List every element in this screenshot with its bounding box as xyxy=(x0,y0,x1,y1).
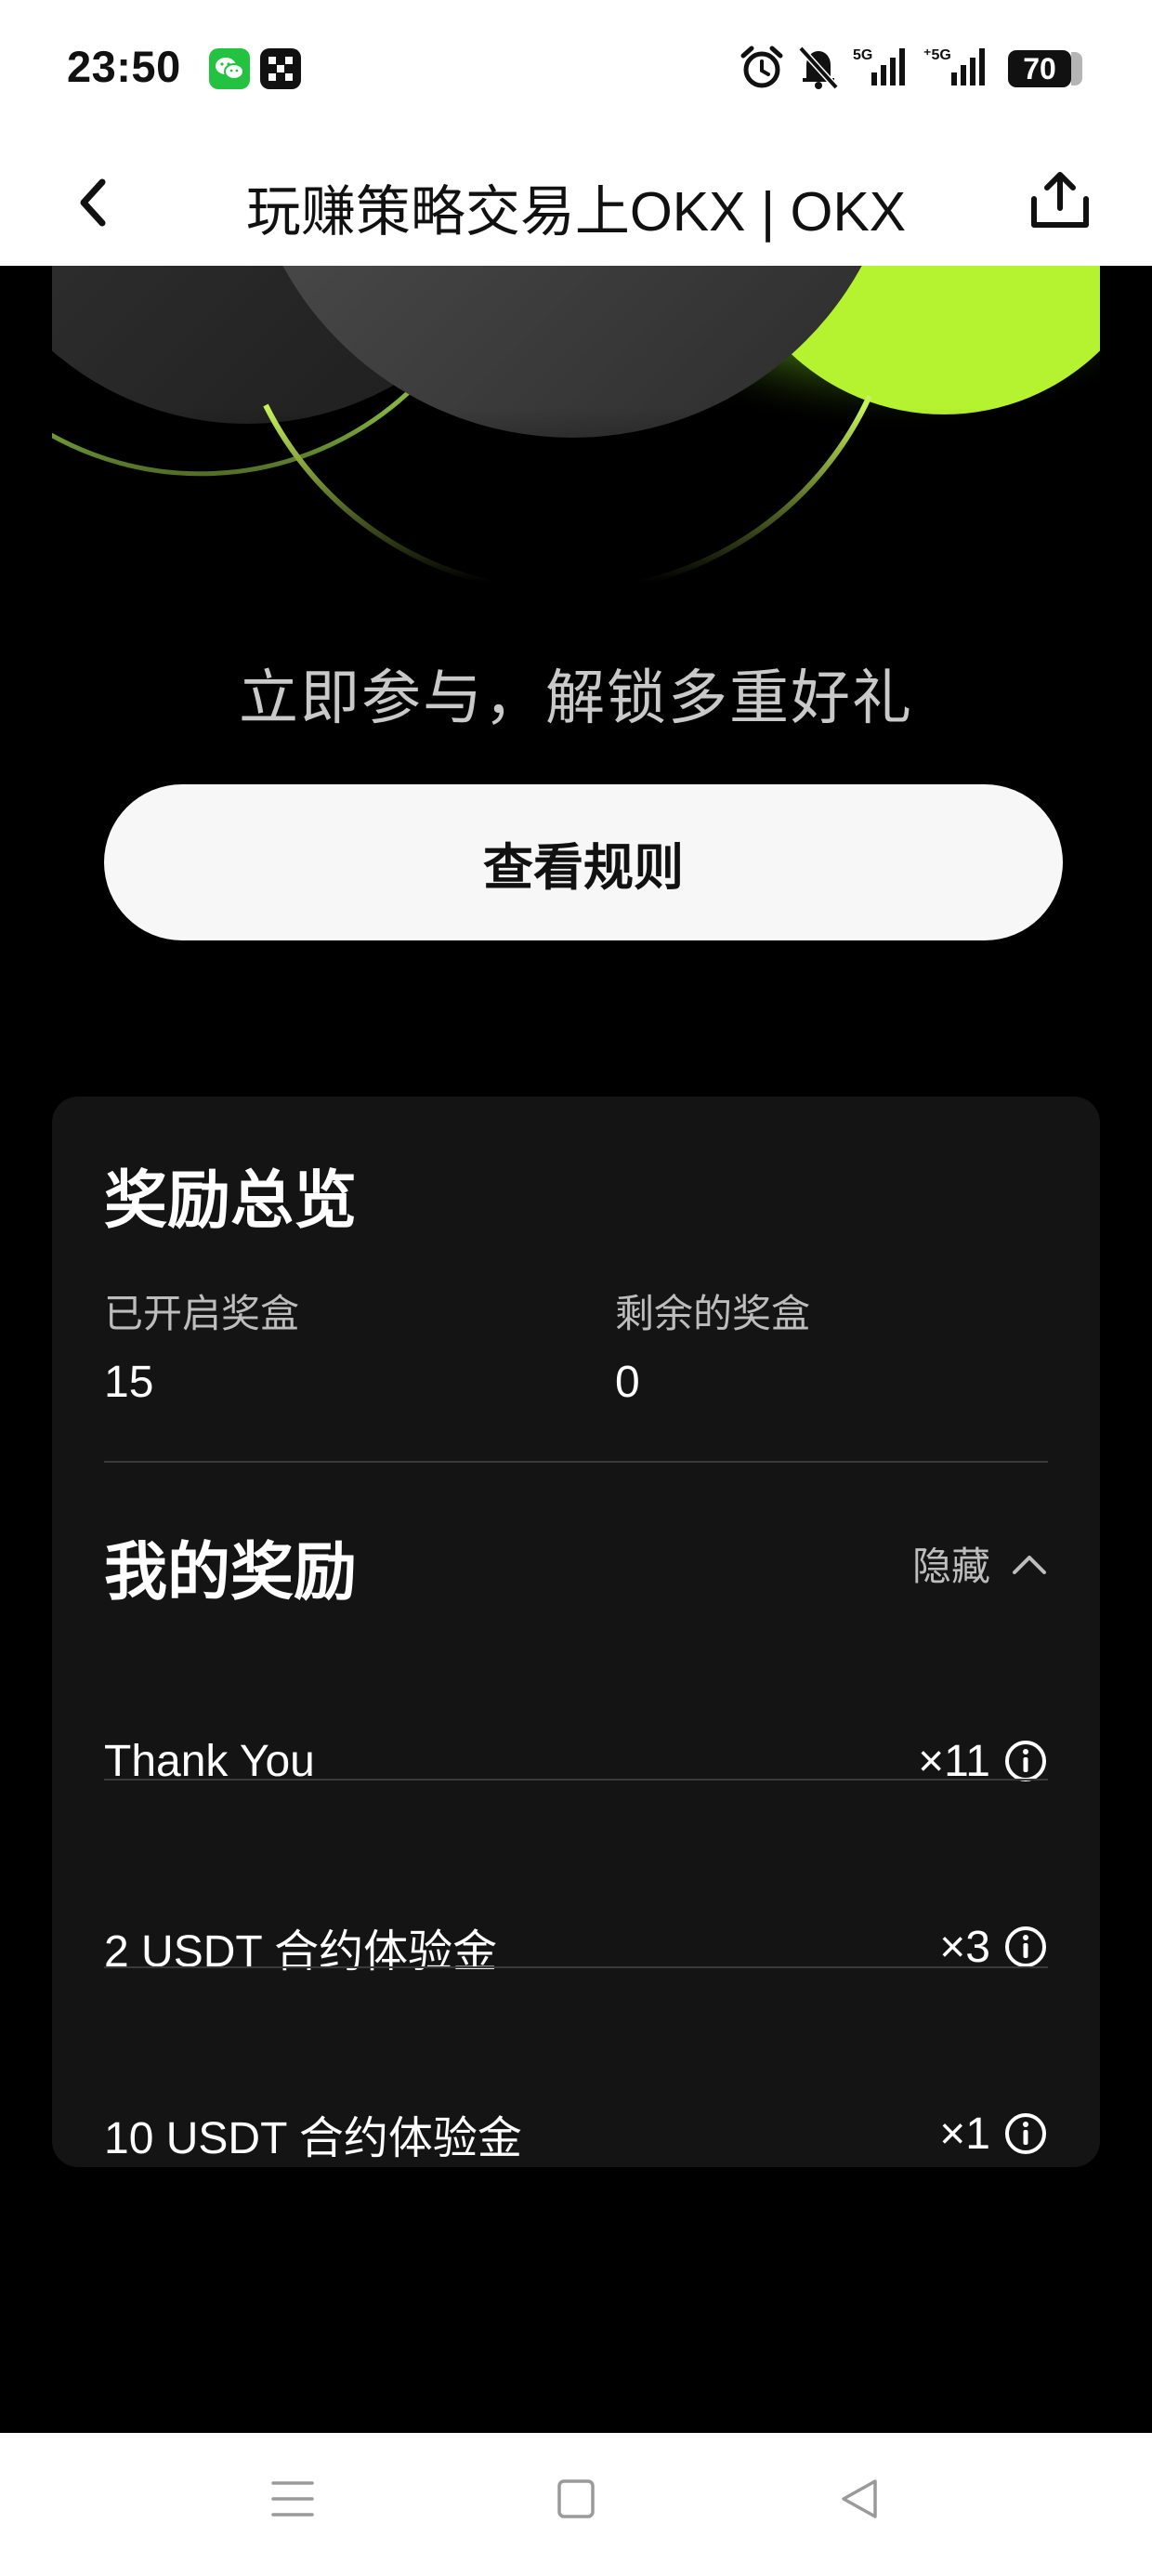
reward-count: ×1 xyxy=(939,2109,990,2159)
svg-text:⁺5G: ⁺5G xyxy=(923,47,951,63)
divider xyxy=(104,1966,1048,1968)
view-rules-button[interactable]: 查看规则 xyxy=(104,784,1063,940)
menu-icon[interactable] xyxy=(269,2476,316,2522)
remaining-boxes-label: 剩余的奖盒 xyxy=(615,1291,811,1336)
hide-toggle[interactable]: 隐藏 xyxy=(912,1535,1048,1592)
system-nav-bar xyxy=(0,2433,1152,2576)
opened-boxes-value: 15 xyxy=(104,1358,154,1407)
nav-bar: 玩赚策略交易上OKX | OKX xyxy=(0,139,1152,266)
rewards-overview-title: 奖励总览 xyxy=(104,1164,358,1238)
reward-name: 10 USDT 合约体验金 xyxy=(104,2114,522,2163)
battery-indicator: 70 xyxy=(1008,50,1071,87)
status-bar: 23:50 5G ⁺5G 70 xyxy=(0,0,1152,139)
rewards-card: 奖励总览 已开启奖盒 15 剩余的奖盒 0 我的奖励 隐藏 Thank You … xyxy=(52,1097,1100,2167)
mute-bell-icon xyxy=(798,46,839,90)
home-square-icon[interactable] xyxy=(554,2476,598,2522)
divider xyxy=(104,1461,1048,1463)
signal-5g-icon: ⁺5G xyxy=(923,47,985,85)
signal-5g-icon: 5G xyxy=(853,47,905,85)
hero-subtitle: 立即参与，解锁多重好礼 xyxy=(239,664,913,733)
hero-banner xyxy=(52,266,1100,582)
back-triangle-icon[interactable] xyxy=(836,2476,883,2522)
chevron-left-icon[interactable] xyxy=(67,175,123,230)
svg-text:5G: 5G xyxy=(853,47,872,63)
remaining-boxes-value: 0 xyxy=(615,1358,640,1407)
share-icon[interactable] xyxy=(1027,167,1093,234)
reward-name: 2 USDT 合约体验金 xyxy=(104,1927,498,1977)
hero-graphic xyxy=(52,266,1100,582)
chevron-up-icon xyxy=(1013,1555,1046,1574)
battery-tail xyxy=(1071,52,1082,85)
reward-row: 2 USDT 合约体验金 ×3 xyxy=(104,1854,1048,2040)
info-icon[interactable] xyxy=(1003,1925,1048,1969)
wechat-icon xyxy=(209,48,250,89)
reward-row: Thank You ×11 xyxy=(104,1668,1048,1854)
hide-toggle-label: 隐藏 xyxy=(911,1544,990,1589)
info-icon[interactable] xyxy=(1003,2111,1048,2156)
reward-row: 10 USDT 合约体验金 ×1 xyxy=(104,2041,1048,2227)
alarm-icon xyxy=(740,46,783,88)
divider xyxy=(104,1779,1048,1781)
info-icon[interactable] xyxy=(1003,1739,1048,1783)
okx-app-icon xyxy=(260,48,301,89)
page-title: 玩赚策略交易上OKX | OKX xyxy=(245,181,907,243)
my-rewards-title: 我的奖励 xyxy=(104,1536,358,1610)
reward-count: ×3 xyxy=(939,1922,990,1972)
opened-boxes-label: 已开启奖盒 xyxy=(104,1291,300,1336)
status-time: 23:50 xyxy=(67,42,181,91)
